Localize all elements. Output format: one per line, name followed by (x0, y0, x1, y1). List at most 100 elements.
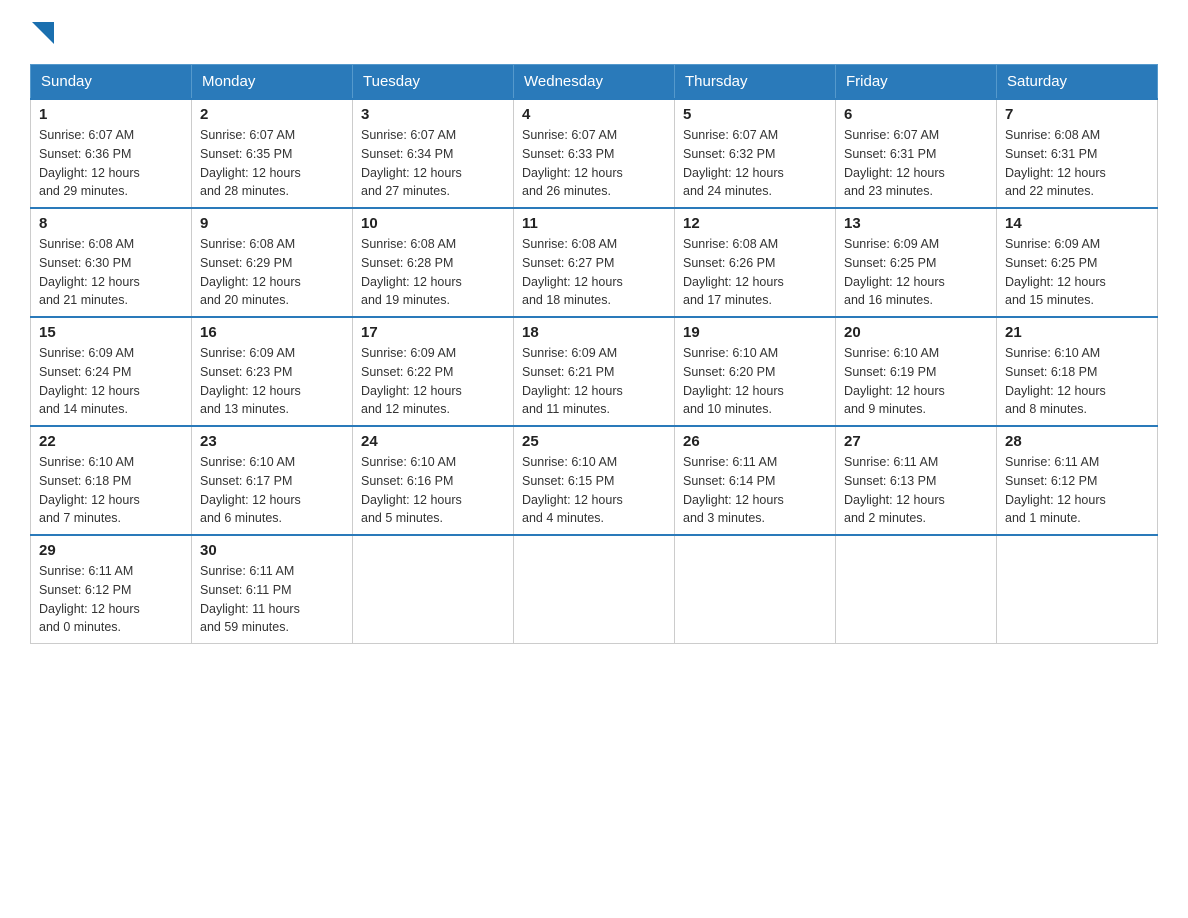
day-cell-10: 10 Sunrise: 6:08 AMSunset: 6:28 PMDayligh… (353, 208, 514, 317)
day-cell-15: 15 Sunrise: 6:09 AMSunset: 6:24 PMDayligh… (31, 317, 192, 426)
day-number: 25 (522, 433, 666, 450)
day-number: 23 (200, 433, 344, 450)
empty-cell (836, 535, 997, 644)
day-info: Sunrise: 6:09 AMSunset: 6:22 PMDaylight:… (361, 344, 505, 419)
day-cell-1: 1 Sunrise: 6:07 AMSunset: 6:36 PMDaylight… (31, 99, 192, 208)
column-header-monday: Monday (192, 65, 353, 100)
day-number: 17 (361, 324, 505, 341)
column-header-tuesday: Tuesday (353, 65, 514, 100)
day-info: Sunrise: 6:11 AMSunset: 6:13 PMDaylight:… (844, 453, 988, 528)
day-cell-13: 13 Sunrise: 6:09 AMSunset: 6:25 PMDayligh… (836, 208, 997, 317)
day-info: Sunrise: 6:07 AMSunset: 6:35 PMDaylight:… (200, 126, 344, 201)
day-cell-30: 30Sunrise: 6:11 AMSunset: 6:11 PMDayligh… (192, 535, 353, 644)
column-header-thursday: Thursday (675, 65, 836, 100)
column-header-sunday: Sunday (31, 65, 192, 100)
day-number: 26 (683, 433, 827, 450)
day-cell-2: 2 Sunrise: 6:07 AMSunset: 6:35 PMDaylight… (192, 99, 353, 208)
day-number: 11 (522, 215, 666, 232)
day-number: 10 (361, 215, 505, 232)
day-number: 22 (39, 433, 183, 450)
day-info: Sunrise: 6:08 AMSunset: 6:28 PMDaylight:… (361, 235, 505, 310)
day-info: Sunrise: 6:10 AMSunset: 6:17 PMDaylight:… (200, 453, 344, 528)
day-number: 12 (683, 215, 827, 232)
day-info: Sunrise: 6:09 AMSunset: 6:23 PMDaylight:… (200, 344, 344, 419)
day-cell-11: 11 Sunrise: 6:08 AMSunset: 6:27 PMDayligh… (514, 208, 675, 317)
day-cell-21: 21 Sunrise: 6:10 AMSunset: 6:18 PMDayligh… (997, 317, 1158, 426)
day-info: Sunrise: 6:11 AMSunset: 6:12 PMDaylight:… (39, 562, 183, 637)
day-info: Sunrise: 6:10 AMSunset: 6:18 PMDaylight:… (1005, 344, 1149, 419)
day-cell-28: 28Sunrise: 6:11 AMSunset: 6:12 PMDayligh… (997, 426, 1158, 535)
day-cell-27: 27 Sunrise: 6:11 AMSunset: 6:13 PMDayligh… (836, 426, 997, 535)
empty-cell (353, 535, 514, 644)
day-cell-23: 23 Sunrise: 6:10 AMSunset: 6:17 PMDayligh… (192, 426, 353, 535)
day-number: 8 (39, 215, 183, 232)
day-number: 2 (200, 106, 344, 123)
day-info: Sunrise: 6:08 AMSunset: 6:27 PMDaylight:… (522, 235, 666, 310)
day-cell-18: 18 Sunrise: 6:09 AMSunset: 6:21 PMDayligh… (514, 317, 675, 426)
day-number: 24 (361, 433, 505, 450)
day-info: Sunrise: 6:11 AMSunset: 6:14 PMDaylight:… (683, 453, 827, 528)
day-cell-19: 19Sunrise: 6:10 AMSunset: 6:20 PMDayligh… (675, 317, 836, 426)
day-info: Sunrise: 6:09 AMSunset: 6:21 PMDaylight:… (522, 344, 666, 419)
day-cell-17: 17 Sunrise: 6:09 AMSunset: 6:22 PMDayligh… (353, 317, 514, 426)
day-info: Sunrise: 6:09 AMSunset: 6:25 PMDaylight:… (1005, 235, 1149, 310)
day-number: 16 (200, 324, 344, 341)
day-info: Sunrise: 6:09 AMSunset: 6:24 PMDaylight:… (39, 344, 183, 419)
day-number: 21 (1005, 324, 1149, 341)
day-cell-20: 20 Sunrise: 6:10 AMSunset: 6:19 PMDayligh… (836, 317, 997, 426)
header-row: SundayMondayTuesdayWednesdayThursdayFrid… (31, 65, 1158, 100)
day-number: 27 (844, 433, 988, 450)
day-number: 30 (200, 542, 344, 559)
week-row-2: 8 Sunrise: 6:08 AMSunset: 6:30 PMDaylight… (31, 208, 1158, 317)
page-header (30, 20, 1158, 44)
day-cell-6: 6 Sunrise: 6:07 AMSunset: 6:31 PMDaylight… (836, 99, 997, 208)
day-number: 19 (683, 324, 827, 341)
day-cell-26: 26 Sunrise: 6:11 AMSunset: 6:14 PMDayligh… (675, 426, 836, 535)
week-row-1: 1 Sunrise: 6:07 AMSunset: 6:36 PMDaylight… (31, 99, 1158, 208)
day-number: 7 (1005, 106, 1149, 123)
day-info: Sunrise: 6:08 AMSunset: 6:30 PMDaylight:… (39, 235, 183, 310)
day-info: Sunrise: 6:07 AMSunset: 6:32 PMDaylight:… (683, 126, 827, 201)
day-number: 5 (683, 106, 827, 123)
day-info: Sunrise: 6:07 AMSunset: 6:31 PMDaylight:… (844, 126, 988, 201)
day-cell-5: 5 Sunrise: 6:07 AMSunset: 6:32 PMDaylight… (675, 99, 836, 208)
column-header-wednesday: Wednesday (514, 65, 675, 100)
day-number: 28 (1005, 433, 1149, 450)
day-number: 18 (522, 324, 666, 341)
calendar-table: SundayMondayTuesdayWednesdayThursdayFrid… (30, 64, 1158, 644)
day-number: 4 (522, 106, 666, 123)
column-header-saturday: Saturday (997, 65, 1158, 100)
day-cell-8: 8 Sunrise: 6:08 AMSunset: 6:30 PMDaylight… (31, 208, 192, 317)
day-cell-22: 22Sunrise: 6:10 AMSunset: 6:18 PMDayligh… (31, 426, 192, 535)
day-number: 29 (39, 542, 183, 559)
day-number: 15 (39, 324, 183, 341)
day-cell-25: 25 Sunrise: 6:10 AMSunset: 6:15 PMDayligh… (514, 426, 675, 535)
day-cell-4: 4Sunrise: 6:07 AMSunset: 6:33 PMDaylight… (514, 99, 675, 208)
day-info: Sunrise: 6:10 AMSunset: 6:19 PMDaylight:… (844, 344, 988, 419)
week-row-4: 22Sunrise: 6:10 AMSunset: 6:18 PMDayligh… (31, 426, 1158, 535)
column-header-friday: Friday (836, 65, 997, 100)
day-info: Sunrise: 6:10 AMSunset: 6:16 PMDaylight:… (361, 453, 505, 528)
day-info: Sunrise: 6:10 AMSunset: 6:15 PMDaylight:… (522, 453, 666, 528)
day-info: Sunrise: 6:08 AMSunset: 6:29 PMDaylight:… (200, 235, 344, 310)
day-cell-24: 24 Sunrise: 6:10 AMSunset: 6:16 PMDayligh… (353, 426, 514, 535)
day-cell-29: 29 Sunrise: 6:11 AMSunset: 6:12 PMDayligh… (31, 535, 192, 644)
empty-cell (997, 535, 1158, 644)
day-number: 9 (200, 215, 344, 232)
day-cell-14: 14 Sunrise: 6:09 AMSunset: 6:25 PMDayligh… (997, 208, 1158, 317)
week-row-5: 29 Sunrise: 6:11 AMSunset: 6:12 PMDayligh… (31, 535, 1158, 644)
logo (30, 20, 54, 44)
logo-arrow-icon (32, 22, 54, 44)
day-info: Sunrise: 6:07 AMSunset: 6:36 PMDaylight:… (39, 126, 183, 201)
day-number: 6 (844, 106, 988, 123)
day-info: Sunrise: 6:09 AMSunset: 6:25 PMDaylight:… (844, 235, 988, 310)
day-number: 20 (844, 324, 988, 341)
day-cell-9: 9 Sunrise: 6:08 AMSunset: 6:29 PMDaylight… (192, 208, 353, 317)
day-number: 1 (39, 106, 183, 123)
day-number: 3 (361, 106, 505, 123)
day-number: 13 (844, 215, 988, 232)
day-number: 14 (1005, 215, 1149, 232)
day-cell-12: 12Sunrise: 6:08 AMSunset: 6:26 PMDayligh… (675, 208, 836, 317)
empty-cell (675, 535, 836, 644)
day-cell-16: 16 Sunrise: 6:09 AMSunset: 6:23 PMDayligh… (192, 317, 353, 426)
